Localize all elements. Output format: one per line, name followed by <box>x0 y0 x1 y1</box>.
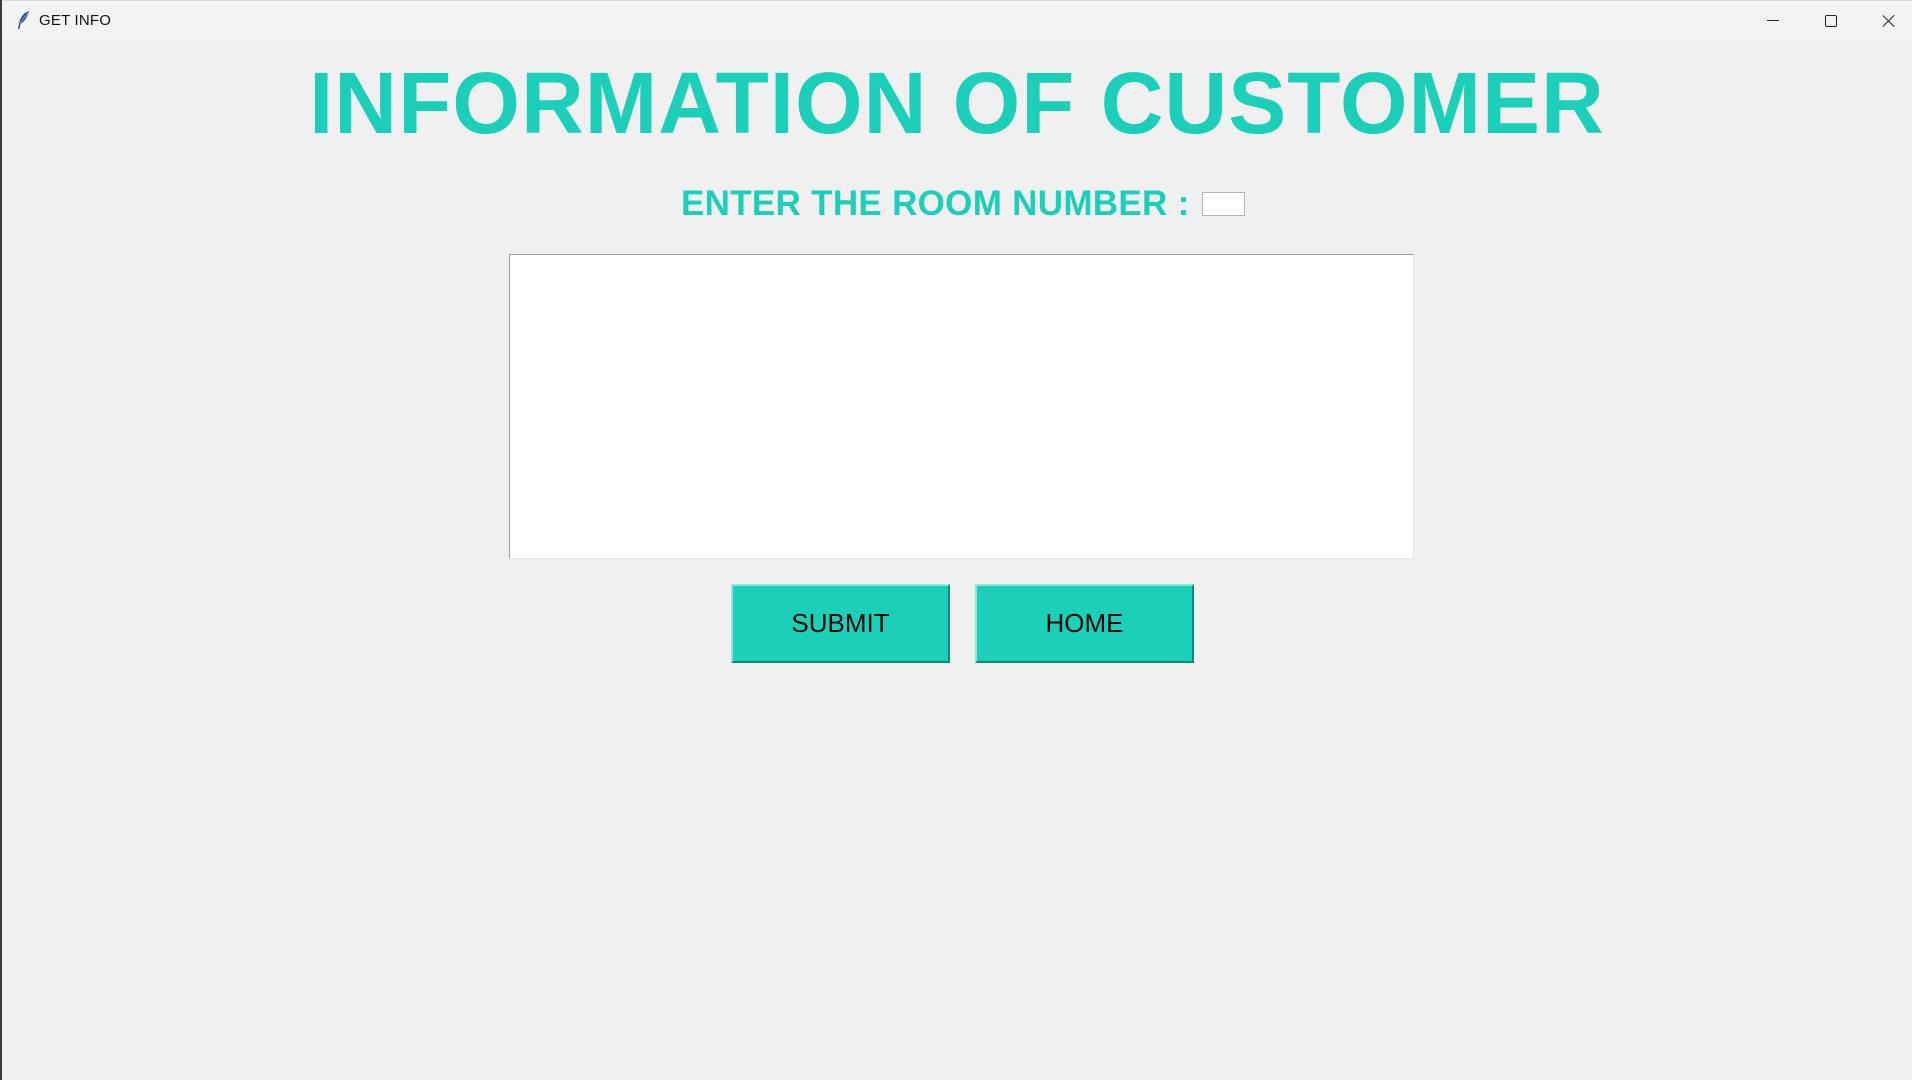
maximize-button[interactable] <box>1802 1 1860 40</box>
minimize-icon <box>1767 20 1779 21</box>
home-button[interactable]: HOME <box>975 584 1194 663</box>
close-icon <box>1882 14 1896 28</box>
app-window: GET INFO INFORMATION OF CUSTOMER ENTER T… <box>2 0 1912 1080</box>
page-title: INFORMATION OF CUSTOMER <box>309 55 1605 152</box>
title-bar[interactable]: GET INFO <box>2 0 1912 39</box>
customer-info-textbox[interactable] <box>509 254 1414 559</box>
feather-icon <box>16 10 32 30</box>
maximize-icon <box>1825 14 1837 27</box>
submit-button[interactable]: SUBMIT <box>731 584 950 663</box>
room-number-label: ENTER THE ROOM NUMBER : <box>681 184 1190 223</box>
room-number-input[interactable] <box>1202 192 1245 216</box>
window-title: GET INFO <box>39 12 112 29</box>
close-button[interactable] <box>1860 1 1912 40</box>
minimize-button[interactable] <box>1744 1 1802 40</box>
